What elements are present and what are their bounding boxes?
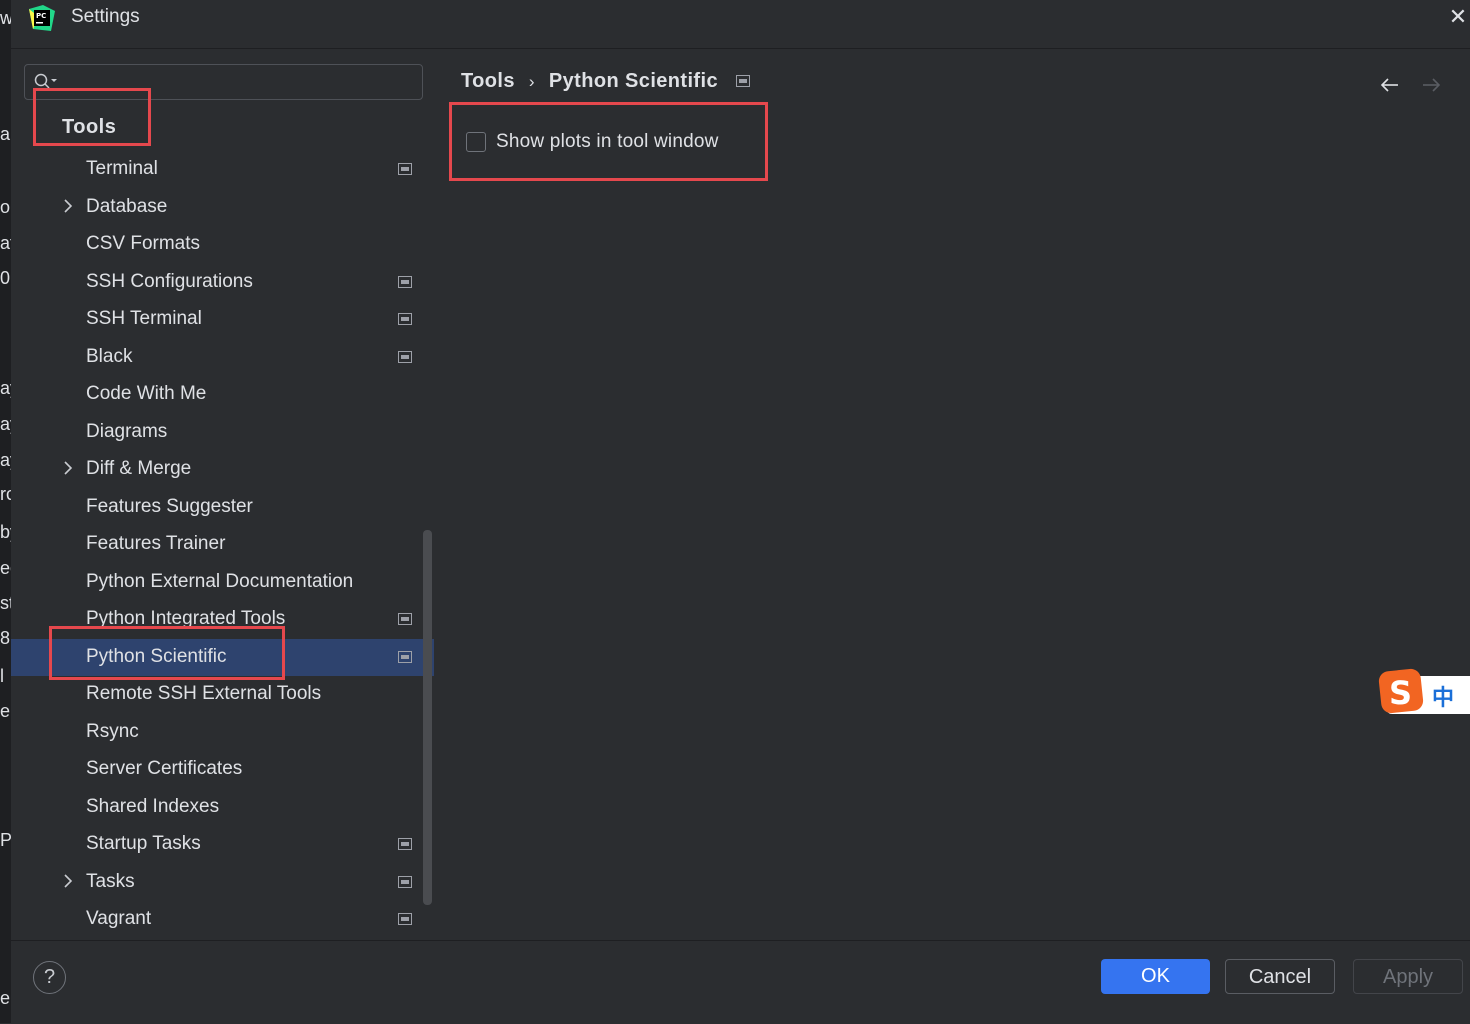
- sogou-s-icon[interactable]: S: [1376, 668, 1426, 716]
- tree-item-features-suggester[interactable]: Features Suggester: [11, 489, 434, 526]
- tree-item-rsync[interactable]: Rsync: [11, 714, 434, 751]
- background-editor-text: e(: [0, 988, 11, 1008]
- chevron-right-icon[interactable]: [61, 196, 75, 216]
- tree-item-label: Rsync: [86, 720, 139, 742]
- background-editor-strip: w a o at 0 ay ay ay rc by ec st 8 le Pe(: [0, 0, 11, 1023]
- svg-text:S: S: [1389, 674, 1412, 712]
- background-editor-text: at: [0, 233, 11, 253]
- tree-item-label: Diff & Merge: [86, 458, 192, 479]
- chevron-right-icon[interactable]: [61, 871, 75, 891]
- tree-item-code-with-me[interactable]: Code With Me: [11, 376, 434, 413]
- tree-scrollbar[interactable]: [423, 530, 432, 905]
- background-editor-text: ec: [0, 558, 11, 578]
- tree-item-label: Vagrant: [86, 908, 152, 929]
- annotation-box-checkbox: [449, 102, 768, 181]
- help-button[interactable]: ?: [33, 961, 66, 994]
- settings-dialog: PC Settings ✕ Tools Terminal Database CSV …: [11, 0, 1470, 1023]
- project-scope-icon: [398, 163, 412, 175]
- project-scope-icon: [398, 313, 412, 325]
- project-scope-icon: [398, 838, 412, 850]
- background-editor-text: 8: [0, 628, 11, 648]
- background-editor-text: st: [0, 593, 11, 613]
- tree-item-label: Features Trainer: [86, 533, 226, 554]
- background-editor-text: ay: [0, 378, 11, 398]
- background-editor-text: ay: [0, 450, 11, 470]
- annotation-box-python-scientific: [49, 626, 285, 680]
- tree-item-label: Database: [86, 195, 168, 217]
- svg-text:PC: PC: [36, 12, 46, 20]
- chevron-right-icon[interactable]: [61, 458, 75, 478]
- tree-item-terminal[interactable]: Terminal: [11, 151, 434, 188]
- apply-button[interactable]: Apply: [1353, 959, 1463, 994]
- project-scope-icon: [398, 613, 412, 625]
- tree-item-label: Startup Tasks: [86, 833, 201, 854]
- dialog-title: Settings: [71, 6, 140, 27]
- breadcrumb: Tools › Python Scientific: [461, 70, 750, 93]
- background-editor-text: l: [0, 666, 4, 686]
- tree-item-label: Server Certificates: [86, 758, 243, 779]
- forward-arrow-icon[interactable]: [1420, 74, 1442, 96]
- tree-item-label: Diagrams: [86, 420, 168, 442]
- breadcrumb-parent[interactable]: Tools: [461, 70, 515, 92]
- breadcrumb-current: Python Scientific: [548, 70, 718, 92]
- pycharm-logo-icon: PC: [29, 5, 55, 31]
- ime-toolbar[interactable]: S 中: [1376, 668, 1470, 714]
- tree-item-label: SSH Terminal: [86, 308, 202, 329]
- tree-item-diagrams[interactable]: Diagrams: [11, 414, 434, 451]
- title-bar: PC Settings ✕: [11, 0, 1470, 49]
- project-scope-icon: [398, 913, 412, 925]
- tree-item-label: SSH Configurations: [86, 270, 253, 292]
- breadcrumb-separator: ›: [528, 72, 535, 91]
- background-editor-text: e: [0, 701, 11, 721]
- background-editor-text: o: [0, 197, 11, 217]
- tree-item-label: Code With Me: [86, 383, 207, 404]
- project-scope-icon: [398, 275, 412, 288]
- background-editor-text: w: [0, 8, 11, 28]
- tree-item-database[interactable]: Database: [11, 189, 434, 226]
- tree-item-label: Shared Indexes: [86, 795, 220, 817]
- back-arrow-icon[interactable]: [1379, 74, 1401, 96]
- tree-item-remote-ssh-external-tools[interactable]: Remote SSH External Tools: [11, 676, 434, 713]
- tree-item-python-external-documentation[interactable]: Python External Documentation: [11, 564, 434, 601]
- background-editor-text: rc: [0, 484, 11, 504]
- tree-item-csv-formats[interactable]: CSV Formats: [11, 226, 434, 263]
- tree-item-ssh-terminal[interactable]: SSH Terminal: [11, 301, 434, 338]
- ime-chinese-mode[interactable]: 中: [1432, 680, 1454, 712]
- cancel-button[interactable]: Cancel: [1225, 959, 1335, 994]
- background-editor-text: ay: [0, 414, 11, 434]
- tree-item-label: Terminal: [86, 158, 158, 179]
- tree-item-label: Black: [86, 345, 133, 367]
- tree-item-tasks[interactable]: Tasks: [11, 864, 434, 901]
- background-editor-text: by: [0, 522, 11, 542]
- project-scope-icon: [735, 70, 750, 93]
- tree-item-features-trainer[interactable]: Features Trainer: [11, 526, 434, 563]
- tree-item-startup-tasks[interactable]: Startup Tasks: [11, 826, 434, 863]
- project-scope-icon: [398, 650, 412, 663]
- background-editor-text: P: [0, 830, 11, 850]
- close-icon[interactable]: ✕: [1446, 6, 1470, 30]
- tree-item-label: Remote SSH External Tools: [86, 683, 322, 704]
- annotation-box-tools: [33, 88, 151, 146]
- tree-item-label: Features Suggester: [86, 495, 253, 517]
- ok-button[interactable]: OK: [1101, 959, 1210, 994]
- background-editor-text: 0: [0, 268, 11, 288]
- tree-item-label: Python External Documentation: [86, 570, 354, 592]
- tree-item-black[interactable]: Black: [11, 339, 434, 376]
- project-scope-icon: [398, 875, 412, 888]
- tree-item-diff-and-merge[interactable]: Diff & Merge: [11, 451, 434, 488]
- project-scope-icon: [398, 350, 412, 363]
- background-editor-text: a: [0, 124, 11, 144]
- tree-item-shared-indexes[interactable]: Shared Indexes: [11, 789, 434, 826]
- tree-item-vagrant[interactable]: Vagrant: [11, 901, 434, 938]
- tree-item-server-certificates[interactable]: Server Certificates: [11, 751, 434, 788]
- dialog-footer: ? OK Cancel Apply: [11, 940, 1470, 1024]
- tree-item-label: CSV Formats: [86, 233, 201, 254]
- tree-item-ssh-configurations[interactable]: SSH Configurations: [11, 264, 434, 301]
- tree-item-label: Tasks: [86, 870, 135, 892]
